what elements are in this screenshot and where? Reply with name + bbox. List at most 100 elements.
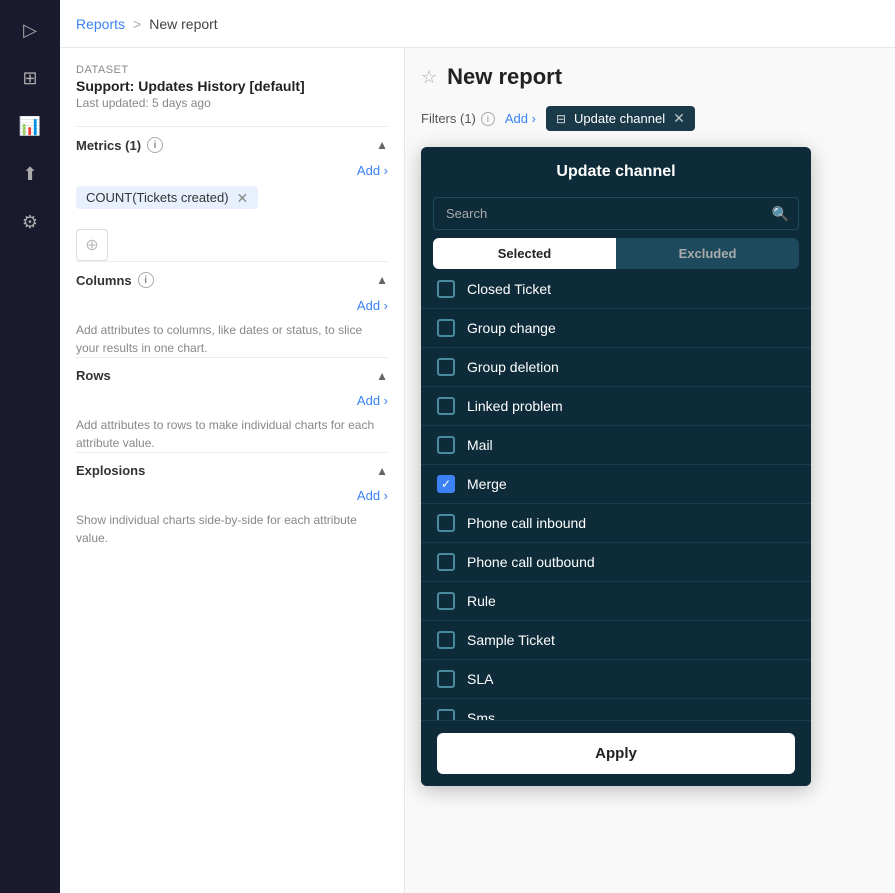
dropdown-item-label: Merge bbox=[467, 476, 507, 492]
dropdown-list: Closed Ticket Group change Group deletion L… bbox=[421, 270, 811, 720]
filter-bar: Filters (1) i Add › ⊟ Update channel ✕ bbox=[421, 106, 879, 131]
metrics-info-icon[interactable]: i bbox=[147, 137, 163, 153]
chart-type-icon[interactable]: ⊕ bbox=[76, 229, 108, 261]
explosions-title: Explosions bbox=[76, 463, 145, 478]
dropdown-item[interactable]: Phone call inbound bbox=[421, 504, 811, 543]
dataset-updated: Last updated: 5 days ago bbox=[76, 96, 388, 110]
dropdown-item-label: Phone call outbound bbox=[467, 554, 595, 570]
rows-title: Rows bbox=[76, 368, 111, 383]
dropdown-title: Update channel bbox=[421, 147, 811, 197]
filter-chip[interactable]: ⊟ Update channel ✕ bbox=[546, 106, 695, 131]
dropdown-item-checkbox[interactable] bbox=[437, 709, 455, 720]
dropdown-item-label: Phone call inbound bbox=[467, 515, 586, 531]
dropdown-item-checkbox[interactable] bbox=[437, 592, 455, 610]
apply-btn-row: Apply bbox=[421, 720, 811, 786]
chart-icon[interactable]: 📊 bbox=[10, 106, 50, 146]
metric-chip-label: COUNT(Tickets created) bbox=[86, 190, 229, 205]
metrics-section-header: Metrics (1) i ▲ bbox=[76, 126, 388, 163]
apply-button[interactable]: Apply bbox=[437, 733, 795, 774]
logo-icon[interactable]: ▷ bbox=[10, 10, 50, 50]
dropdown-search-container: 🔍 bbox=[433, 197, 799, 230]
rows-desc: Add attributes to rows to make individua… bbox=[76, 416, 388, 452]
dropdown-item[interactable]: Group deletion bbox=[421, 348, 811, 387]
dropdown-item[interactable]: Merge bbox=[421, 465, 811, 504]
explosions-chevron-icon[interactable]: ▲ bbox=[376, 464, 388, 478]
tab-row: Selected Excluded bbox=[433, 238, 799, 269]
columns-info-icon[interactable]: i bbox=[138, 272, 154, 288]
settings-icon[interactable]: ⚙ bbox=[10, 202, 50, 242]
explosions-section-header: Explosions ▲ bbox=[76, 452, 388, 488]
metric-chip: COUNT(Tickets created) ✕ bbox=[76, 186, 258, 209]
dropdown-item-checkbox[interactable] bbox=[437, 397, 455, 415]
breadcrumb-separator: > bbox=[133, 16, 141, 32]
dropdown-item-label: Mail bbox=[467, 437, 493, 453]
explosions-add-link[interactable]: Add › bbox=[76, 488, 388, 503]
dropdown-item-label: Closed Ticket bbox=[467, 281, 551, 297]
filters-info-icon[interactable]: i bbox=[481, 112, 495, 126]
search-icon: 🔍 bbox=[772, 205, 789, 222]
dropdown-item[interactable]: Phone call outbound bbox=[421, 543, 811, 582]
dataset-name: Support: Updates History [default] bbox=[76, 78, 388, 94]
icon-sidebar: ▷ ⊞ 📊 ⬆ ⚙ bbox=[0, 0, 60, 893]
explosions-desc: Show individual charts side-by-side for … bbox=[76, 511, 388, 547]
dropdown-item-checkbox[interactable] bbox=[437, 514, 455, 532]
columns-title: Columns i bbox=[76, 272, 154, 288]
dropdown-item[interactable]: Sample Ticket bbox=[421, 621, 811, 660]
dropdown-item-label: Sample Ticket bbox=[467, 632, 555, 648]
columns-add-link[interactable]: Add › bbox=[76, 298, 388, 313]
breadcrumb: Reports > New report bbox=[60, 0, 895, 48]
rows-add-link[interactable]: Add › bbox=[76, 393, 388, 408]
dataset-label: Dataset bbox=[76, 64, 388, 76]
dropdown-item-checkbox[interactable] bbox=[437, 436, 455, 454]
metrics-add-link[interactable]: Add › bbox=[76, 163, 388, 178]
dropdown-item-checkbox[interactable] bbox=[437, 553, 455, 571]
dropdown-item[interactable]: Closed Ticket bbox=[421, 270, 811, 309]
tab-excluded[interactable]: Excluded bbox=[616, 238, 799, 269]
dropdown-item-label: Sms bbox=[467, 710, 495, 720]
rows-section-header: Rows ▲ bbox=[76, 357, 388, 393]
dropdown-item[interactable]: Linked problem bbox=[421, 387, 811, 426]
dropdown-item-checkbox[interactable] bbox=[437, 631, 455, 649]
columns-section-header: Columns i ▲ bbox=[76, 261, 388, 298]
content-row: Dataset Support: Updates History [defaul… bbox=[60, 48, 895, 893]
report-title: New report bbox=[447, 64, 562, 90]
breadcrumb-current: New report bbox=[149, 16, 217, 32]
dropdown-item-label: Linked problem bbox=[467, 398, 563, 414]
tab-selected[interactable]: Selected bbox=[433, 238, 616, 269]
dataset-section: Dataset Support: Updates History [defaul… bbox=[76, 64, 388, 110]
dropdown-item-label: Group change bbox=[467, 320, 556, 336]
dropdown-item-checkbox[interactable] bbox=[437, 475, 455, 493]
columns-chevron-icon[interactable]: ▲ bbox=[376, 273, 388, 287]
filter-chip-icon: ⊟ bbox=[556, 112, 566, 126]
update-channel-dropdown: Update channel 🔍 Selected Excluded Close… bbox=[421, 147, 811, 786]
dropdown-item-checkbox[interactable] bbox=[437, 280, 455, 298]
metrics-chevron-icon[interactable]: ▲ bbox=[376, 138, 388, 152]
rows-chevron-icon[interactable]: ▲ bbox=[376, 369, 388, 383]
dropdown-item[interactable]: SLA bbox=[421, 660, 811, 699]
dropdown-item-label: Rule bbox=[467, 593, 496, 609]
star-icon[interactable]: ☆ bbox=[421, 67, 437, 88]
filter-chip-close[interactable]: ✕ bbox=[673, 110, 685, 127]
filters-label: Filters (1) i bbox=[421, 111, 495, 126]
columns-desc: Add attributes to columns, like dates or… bbox=[76, 321, 388, 357]
metric-chip-remove[interactable]: ✕ bbox=[237, 191, 249, 205]
upload-icon[interactable]: ⬆ bbox=[10, 154, 50, 194]
dropdown-item-checkbox[interactable] bbox=[437, 670, 455, 688]
dropdown-item[interactable]: Mail bbox=[421, 426, 811, 465]
dropdown-item-label: Group deletion bbox=[467, 359, 559, 375]
metrics-title: Metrics (1) i bbox=[76, 137, 163, 153]
left-panel: Dataset Support: Updates History [defaul… bbox=[60, 48, 405, 893]
breadcrumb-reports-link[interactable]: Reports bbox=[76, 16, 125, 32]
dropdown-item-label: SLA bbox=[467, 671, 493, 687]
add-filter-button[interactable]: Add › bbox=[505, 111, 536, 126]
dropdown-search-input[interactable] bbox=[433, 197, 799, 230]
dashboard-icon[interactable]: ⊞ bbox=[10, 58, 50, 98]
dropdown-item[interactable]: Group change bbox=[421, 309, 811, 348]
dropdown-item-checkbox[interactable] bbox=[437, 319, 455, 337]
dropdown-item[interactable]: Rule bbox=[421, 582, 811, 621]
right-panel: ☆ New report Filters (1) i Add › ⊟ Updat… bbox=[405, 48, 895, 893]
filter-chip-label: Update channel bbox=[574, 111, 665, 126]
main-area: Reports > New report Dataset Support: Up… bbox=[60, 0, 895, 893]
dropdown-item-checkbox[interactable] bbox=[437, 358, 455, 376]
dropdown-item[interactable]: Sms bbox=[421, 699, 811, 720]
